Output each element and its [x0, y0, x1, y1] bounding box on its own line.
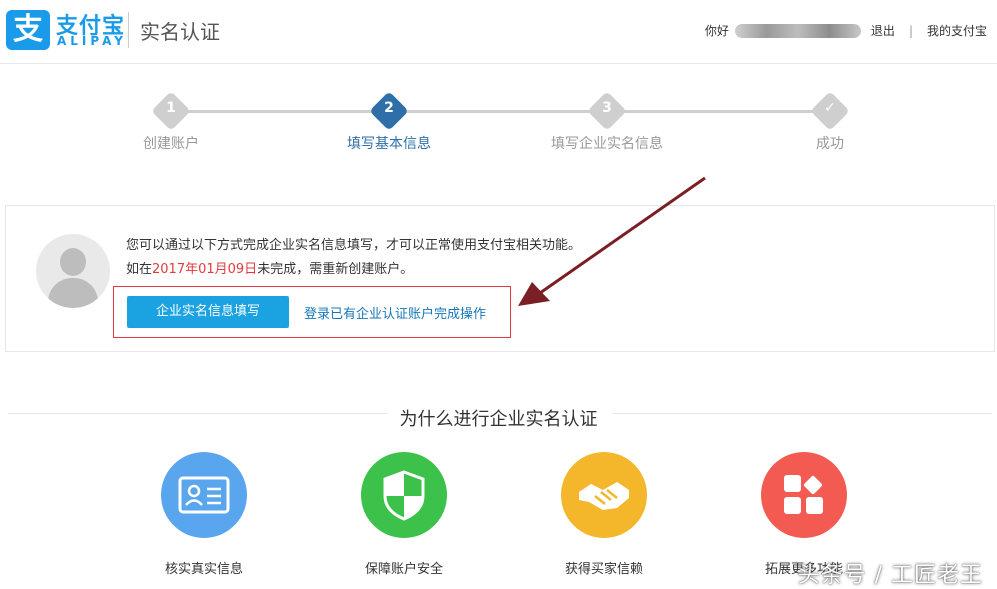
top-header: 支 支付宝 ALIPAY 实名认证 你好 退出 | 我的支付宝 [0, 0, 997, 64]
my-alipay-link[interactable]: 我的支付宝 [927, 22, 987, 39]
blurred-username [734, 23, 861, 38]
watermark: 头条号 / 工匠老王 [797, 563, 983, 588]
avatar-body [48, 278, 98, 308]
fill-enterprise-info-button[interactable]: 企业实名信息填写 [127, 296, 289, 328]
step-connector [621, 110, 816, 113]
feature-label: 保障账户安全 [364, 562, 443, 577]
apps-icon [761, 452, 847, 538]
step-3-label: 填写企业实名信息 [551, 136, 663, 152]
notice-panel: 您可以通过以下方式完成企业实名信息填写，才可以正常使用支付宝相关功能。 如在20… [5, 205, 995, 352]
step-connector [185, 110, 375, 113]
deadline-suffix: 未完成，需重新创建账户。 [257, 262, 414, 277]
step-connector [403, 110, 591, 113]
avatar [36, 234, 110, 308]
notice-message: 您可以通过以下方式完成企业实名信息填写，才可以正常使用支付宝相关功能。 [126, 238, 582, 253]
step-1-label: 创建账户 [143, 136, 199, 152]
greeting-text: 你好 [704, 24, 729, 38]
step-3-number: 3 [602, 100, 612, 116]
feature-buyer-trust: 获得买家信赖 [524, 452, 684, 577]
user-nav: 你好 退出 | 我的支付宝 [705, 22, 987, 39]
feature-verify-info: 核实真实信息 [124, 452, 284, 577]
why-section-title: 为什么进行企业实名认证 [0, 405, 997, 431]
notice-deadline: 如在2017年01月09日未完成，需重新创建账户。 [126, 258, 413, 277]
deadline-prefix: 如在 [126, 262, 153, 277]
logout-link[interactable]: 退出 [871, 22, 895, 39]
logo-text-en: ALIPAY [57, 34, 127, 48]
shield-icon [361, 452, 447, 538]
nav-separator: | [908, 23, 913, 38]
step-2-number: 2 [384, 100, 394, 116]
check-icon: ✓ [824, 100, 836, 116]
page-title: 实名认证 [140, 20, 220, 44]
step-1-number: 1 [166, 100, 176, 116]
login-certified-account-link[interactable]: 登录已有企业认证账户完成操作 [304, 303, 486, 322]
alipay-logo-icon[interactable]: 支 [6, 10, 50, 50]
feature-account-security: 保障账户安全 [324, 452, 484, 577]
feature-label: 核实真实信息 [164, 562, 243, 577]
handshake-icon [561, 452, 647, 538]
id-card-icon [161, 452, 247, 538]
feature-label: 获得买家信赖 [564, 562, 643, 577]
progress-steps: 1 创建账户 2 填写基本信息 3 填写企业实名信息 ✓ 成功 [0, 91, 997, 162]
step-2-label: 填写基本信息 [347, 136, 431, 152]
deadline-date: 2017年01月09日 [152, 262, 258, 277]
avatar-head [60, 248, 86, 276]
step-4-label: 成功 [816, 136, 844, 152]
logo-divider [128, 12, 129, 48]
highlight-box: 企业实名信息填写 登录已有企业认证账户完成操作 [113, 286, 511, 338]
